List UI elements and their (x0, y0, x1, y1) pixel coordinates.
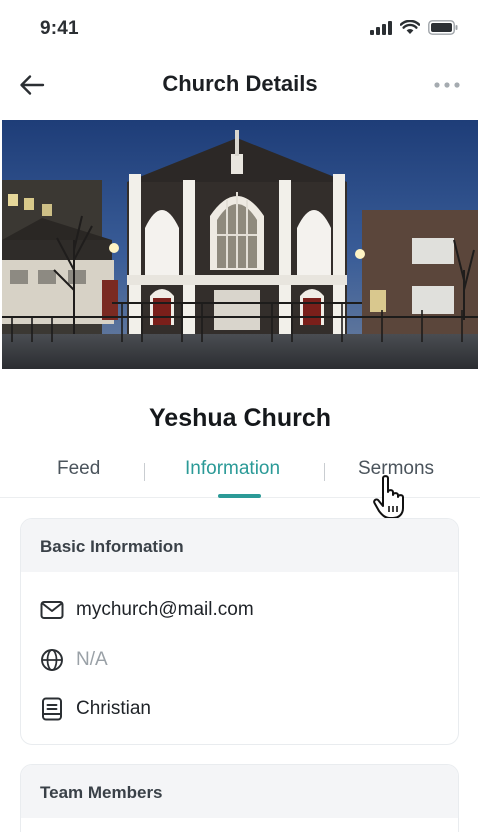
church-name: Yeshua Church (149, 404, 331, 432)
more-dots-icon (434, 82, 460, 88)
pointer-hand-icon (373, 475, 404, 519)
signal-icon (370, 20, 392, 35)
tab-divider (324, 463, 325, 481)
email-value: mychurch@mail.com (76, 599, 254, 620)
active-tab-indicator (218, 494, 261, 498)
basic-information-card: Basic Information mychurch@mail.com N/A (20, 518, 459, 745)
wifi-icon (400, 20, 420, 34)
battery-icon (428, 20, 458, 35)
website-value: N/A (76, 649, 108, 670)
page-title: Church Details (162, 71, 318, 96)
globe-icon (39, 647, 65, 673)
denomination-row: Christian (39, 696, 151, 722)
website-row[interactable]: N/A (39, 647, 108, 673)
nav-bar: Church Details (0, 58, 480, 112)
basic-information-header: Basic Information (21, 519, 458, 572)
church-photo (2, 120, 478, 369)
status-bar: 9:41 (0, 0, 480, 58)
more-button[interactable] (432, 72, 462, 98)
team-members-card: Team Members (20, 764, 459, 832)
tab-information[interactable]: Information (185, 458, 280, 480)
email-row[interactable]: mychurch@mail.com (39, 597, 254, 623)
status-icons (370, 20, 458, 35)
team-members-header: Team Members (21, 765, 458, 818)
status-time: 9:41 (40, 18, 79, 39)
denomination-value: Christian (76, 698, 151, 719)
tab-divider (144, 463, 145, 481)
tab-feed[interactable]: Feed (57, 458, 100, 480)
book-icon (39, 696, 65, 722)
mail-icon (39, 597, 65, 623)
